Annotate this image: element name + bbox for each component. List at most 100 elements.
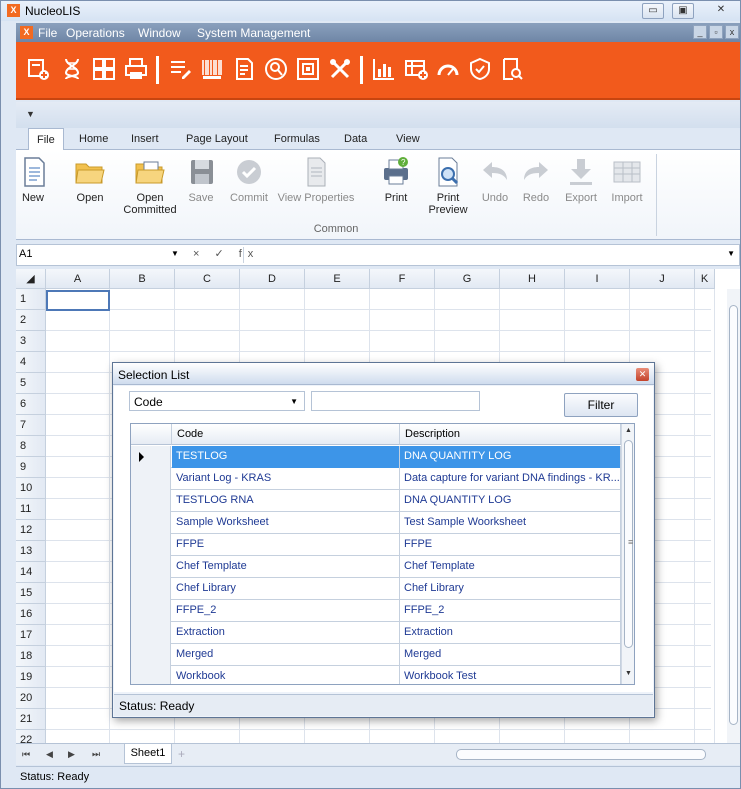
row-selector[interactable] <box>131 490 171 512</box>
tools-icon[interactable] <box>328 57 352 81</box>
cell-description[interactable]: FFPE <box>400 534 621 556</box>
save-button[interactable]: Save <box>186 156 216 204</box>
menu-system-management[interactable]: System Management <box>197 26 310 40</box>
tab-page-layout[interactable]: Page Layout <box>186 133 248 145</box>
cell-description[interactable]: Data capture for variant DNA findings - … <box>400 468 621 490</box>
cell-description[interactable]: Test Sample Woorksheet <box>400 512 621 534</box>
column-header[interactable]: F <box>370 269 435 289</box>
row-selector[interactable] <box>131 600 171 622</box>
table-row[interactable]: FFPE_2 FFPE_2 <box>131 600 621 622</box>
name-box-dropdown-icon[interactable]: ▼ <box>171 249 179 258</box>
row-header[interactable]: 6 <box>16 394 46 415</box>
print-preview-button[interactable]: Print Preview <box>426 156 470 216</box>
column-header[interactable]: I <box>565 269 630 289</box>
search-scan-icon[interactable] <box>264 57 288 81</box>
tab-file[interactable]: File <box>28 128 64 151</box>
printer-icon[interactable] <box>124 57 148 81</box>
row-header[interactable]: 2 <box>16 310 46 331</box>
row-selector[interactable] <box>131 666 171 684</box>
dashboard-icon[interactable] <box>436 57 460 81</box>
row-header[interactable]: 21 <box>16 709 46 730</box>
undo-button[interactable]: Undo <box>478 156 512 204</box>
commit-button[interactable]: Commit <box>229 156 269 204</box>
row-header[interactable]: 13 <box>16 541 46 562</box>
print-button[interactable]: ? Print <box>379 156 413 204</box>
first-sheet-icon[interactable]: ⏮ <box>22 749 30 760</box>
scroll-up-icon[interactable]: ▲ <box>625 427 632 434</box>
menu-operations[interactable]: Operations <box>66 26 125 40</box>
row-header[interactable]: 17 <box>16 625 46 646</box>
edit-list-icon[interactable] <box>168 57 192 81</box>
barcode-icon[interactable] <box>200 57 224 81</box>
redo-button[interactable]: Redo <box>519 156 553 204</box>
column-header[interactable]: H <box>500 269 565 289</box>
row-selector[interactable] <box>131 446 171 468</box>
table-row[interactable]: Variant Log - KRAS Data capture for varia… <box>131 468 621 490</box>
view-properties-button[interactable]: View Properties <box>277 156 355 204</box>
chart-icon[interactable] <box>372 57 396 81</box>
row-selector[interactable] <box>131 578 171 600</box>
open-committed-button[interactable]: Open Committed <box>122 156 178 216</box>
column-header[interactable]: G <box>435 269 500 289</box>
table-row[interactable]: TESTLOG DNA QUANTITY LOG <box>131 446 621 468</box>
tab-data[interactable]: Data <box>344 133 367 145</box>
column-header[interactable]: A <box>46 269 110 289</box>
dna-icon[interactable] <box>60 57 84 81</box>
minimize-button[interactable]: ▭ <box>642 3 664 19</box>
row-header[interactable]: 16 <box>16 604 46 625</box>
row-header[interactable]: 12 <box>16 520 46 541</box>
cell-code[interactable]: Chef Template <box>172 556 400 578</box>
cell-code[interactable]: FFPE <box>172 534 400 556</box>
row-header[interactable]: 8 <box>16 436 46 457</box>
import-button[interactable]: Import <box>607 156 647 204</box>
list-add-icon[interactable] <box>404 57 428 81</box>
grid-horizontal-scrollbar[interactable] <box>456 749 706 760</box>
tab-view[interactable]: View <box>396 133 420 145</box>
table-row[interactable]: FFPE FFPE <box>131 534 621 556</box>
export-button[interactable]: Export <box>561 156 601 204</box>
column-header[interactable]: C <box>175 269 240 289</box>
add-sample-icon[interactable] <box>26 57 50 81</box>
title-bar[interactable]: X NucleoLIS ▭ ▣ ✕ <box>1 1 740 21</box>
formula-input[interactable] <box>243 247 728 263</box>
open-button[interactable]: Open <box>73 156 107 204</box>
tab-home[interactable]: Home <box>79 133 108 145</box>
cell-code[interactable]: Extraction <box>172 622 400 644</box>
cell-code[interactable]: Sample Worksheet <box>172 512 400 534</box>
row-selector[interactable] <box>131 622 171 644</box>
menu-window[interactable]: Window <box>138 26 181 40</box>
row-header[interactable]: 15 <box>16 583 46 604</box>
cell-description[interactable]: DNA QUANTITY LOG <box>400 446 621 468</box>
cell-description[interactable]: DNA QUANTITY LOG <box>400 490 621 512</box>
select-all-corner[interactable]: ◢ <box>16 269 46 289</box>
column-header-description[interactable]: Description <box>400 424 621 445</box>
cell-description[interactable]: Chef Library <box>400 578 621 600</box>
mdi-minimize-button[interactable]: _ <box>693 25 707 39</box>
menu-file[interactable]: File <box>38 26 57 40</box>
row-header[interactable]: 20 <box>16 688 46 709</box>
cell-code[interactable]: FFPE_2 <box>172 600 400 622</box>
table-row[interactable]: TESTLOG RNA DNA QUANTITY LOG <box>131 490 621 512</box>
selected-cell[interactable] <box>46 290 110 311</box>
row-header[interactable]: 7 <box>16 415 46 436</box>
sheet-tab-sheet1[interactable]: Sheet1 <box>124 744 172 764</box>
table-row[interactable]: Extraction Extraction <box>131 622 621 644</box>
mdi-restore-button[interactable]: ▫ <box>709 25 723 39</box>
mdi-close-button[interactable]: x <box>725 25 739 39</box>
cell-description[interactable]: FFPE_2 <box>400 600 621 622</box>
filter-input[interactable] <box>311 391 480 411</box>
row-header[interactable]: 3 <box>16 331 46 352</box>
cell-code[interactable]: TESTLOG RNA <box>172 490 400 512</box>
row-header[interactable]: 22 <box>16 730 46 743</box>
checklist-icon[interactable] <box>296 57 320 81</box>
filter-button[interactable]: Filter <box>564 393 638 417</box>
cell-code[interactable]: Chef Library <box>172 578 400 600</box>
cell-description[interactable]: Workbook Test <box>400 666 621 684</box>
row-header[interactable]: 11 <box>16 499 46 520</box>
review-icon[interactable] <box>500 57 524 81</box>
table-scroll-thumb[interactable]: ≡ <box>624 440 633 648</box>
table-row[interactable]: Chef Template Chef Template <box>131 556 621 578</box>
dialog-title-bar[interactable]: Selection List ✕ <box>113 363 654 385</box>
shield-icon[interactable] <box>468 57 492 81</box>
plate-icon[interactable] <box>92 57 116 81</box>
